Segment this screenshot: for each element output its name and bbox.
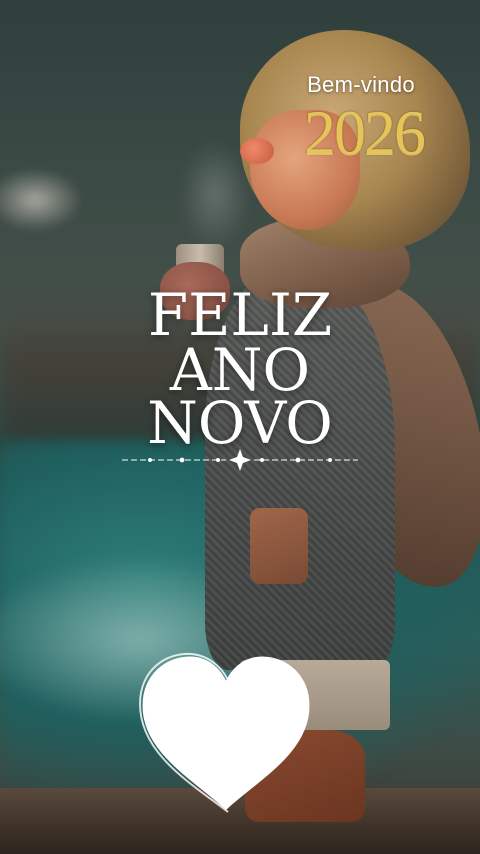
ornament-divider-icon [122, 449, 358, 471]
welcome-text: Bem-vindo [307, 72, 415, 97]
coat-pocket [250, 508, 308, 584]
title-line-3: NOVO [147, 389, 333, 457]
seagull [0, 170, 80, 230]
nose [240, 138, 274, 164]
steam [180, 140, 250, 250]
heart-icon [138, 652, 310, 813]
greeting-card: Bem-vindo 2026 FELIZ ANO NOVO o_ [0, 0, 480, 854]
year-text: 2026 [304, 97, 426, 168]
watermark-text: o_ [270, 693, 288, 710]
